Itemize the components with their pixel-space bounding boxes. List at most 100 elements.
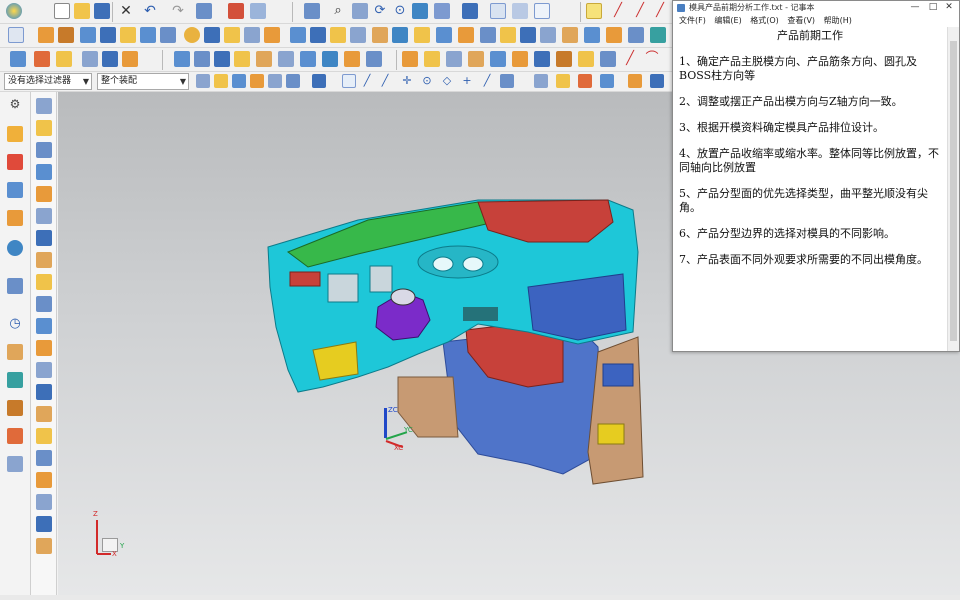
close-button[interactable]: ✕ [941, 1, 957, 14]
blend-icon[interactable] [290, 27, 306, 43]
filter-option-icon[interactable] [196, 74, 210, 88]
subinsert-icon[interactable] [468, 51, 484, 67]
mold-tool-8-icon[interactable] [36, 252, 52, 268]
settings-icon[interactable]: ⚙ [7, 96, 23, 112]
revolve-icon[interactable] [58, 27, 74, 43]
layer-icon[interactable] [196, 3, 212, 19]
sketch-plane-icon[interactable] [8, 27, 24, 43]
mold-tool-5-icon[interactable] [36, 186, 52, 202]
chamfer-icon[interactable] [310, 27, 326, 43]
sphere-icon[interactable] [184, 27, 200, 43]
type-filter-select[interactable]: 没有选择过滤器 ▼ [4, 73, 92, 90]
mold-tool-9-icon[interactable] [36, 274, 52, 290]
part-navigator-icon[interactable] [534, 3, 550, 19]
snap-on-curve-icon[interactable]: ╱ [480, 74, 494, 88]
region-analysis-icon[interactable] [194, 51, 210, 67]
patch-icon[interactable] [540, 27, 556, 43]
perspective-icon[interactable] [412, 3, 428, 19]
mold-tool-18-icon[interactable] [36, 472, 52, 488]
shell-icon[interactable] [330, 27, 346, 43]
system-scenes-icon[interactable] [7, 456, 23, 472]
core-cavity-icon[interactable] [300, 51, 316, 67]
parting-tools-icon[interactable] [174, 51, 190, 67]
draft-icon[interactable] [350, 27, 366, 43]
mold-base-icon[interactable] [366, 51, 382, 67]
selection-arrow-icon[interactable] [586, 3, 602, 19]
snap-quadrant-icon[interactable]: ◇ [440, 74, 454, 88]
delete-icon[interactable]: ✕ [118, 3, 134, 19]
nx-start-icon[interactable] [6, 3, 22, 19]
mold-tool-19-icon[interactable] [36, 494, 52, 510]
clock-icon[interactable]: ◷ [7, 316, 23, 332]
zoom-icon[interactable]: ⌕ [330, 3, 346, 19]
mold-tool-1-icon[interactable] [36, 98, 52, 114]
window-icon[interactable] [250, 3, 266, 19]
part-navigator-tab-icon[interactable] [7, 182, 23, 198]
shrinkage-icon[interactable] [82, 51, 98, 67]
parting-surface-icon[interactable] [256, 51, 272, 67]
extrude-icon[interactable] [38, 27, 54, 43]
hole-icon[interactable] [80, 27, 96, 43]
menu-format[interactable]: 格式(O) [750, 14, 779, 27]
mold-tool-13-icon[interactable] [36, 362, 52, 378]
move-face-icon[interactable] [584, 27, 600, 43]
open-folder-icon[interactable] [74, 3, 90, 19]
select-edge-icon[interactable] [250, 74, 264, 88]
mold-tool-15-icon[interactable] [36, 406, 52, 422]
menu-file[interactable]: 文件(F) [679, 14, 706, 27]
orient-view-icon[interactable]: ⊙ [392, 3, 408, 19]
thicken-icon[interactable] [436, 27, 452, 43]
curve-arc-icon[interactable]: ⌒ [644, 51, 660, 67]
notepad-text-area[interactable]: 产品前期工作 1、确定产品主脱模方向、产品筋条方向、圆孔及BOSS柱方向等 2、… [679, 29, 941, 349]
fit-view-icon[interactable] [304, 3, 320, 19]
split-body-icon[interactable] [392, 27, 408, 43]
snap-midpoint-icon[interactable]: ╱ [360, 74, 374, 88]
reuse-library-icon[interactable] [7, 210, 23, 226]
shaded-view-icon[interactable] [462, 3, 478, 19]
mold-tool-21-icon[interactable] [36, 538, 52, 554]
workpiece-icon[interactable] [102, 51, 118, 67]
analysis-icon[interactable] [650, 27, 666, 43]
boss-icon[interactable] [100, 27, 116, 43]
select-point-icon[interactable] [286, 74, 300, 88]
define-cavity-icon[interactable] [278, 51, 294, 67]
offset-face-icon[interactable] [414, 27, 430, 43]
runner-icon[interactable] [512, 51, 528, 67]
mold-tool-11-icon[interactable] [36, 318, 52, 334]
mold-tool-16-icon[interactable] [36, 428, 52, 444]
menu-help[interactable]: 帮助(H) [824, 14, 852, 27]
replace-face-icon[interactable] [562, 27, 578, 43]
layout-icon[interactable] [122, 51, 138, 67]
save-icon[interactable] [94, 3, 110, 19]
pan-icon[interactable] [352, 3, 368, 19]
mold-tool-3-icon[interactable] [36, 142, 52, 158]
grid-icon[interactable] [628, 74, 642, 88]
wire-view-icon[interactable] [490, 3, 506, 19]
gate-icon[interactable] [490, 51, 506, 67]
assembly-navigator-icon[interactable] [7, 126, 23, 142]
measure-icon[interactable] [534, 74, 548, 88]
arc-icon[interactable]: ╱ [632, 3, 648, 19]
notepad-title-bar[interactable]: 模具产品前期分析工作.txt - 记事本 — □ ✕ [673, 1, 959, 14]
patch-surface-icon[interactable] [344, 51, 360, 67]
snap-intersect-icon[interactable]: ✛ [400, 74, 414, 88]
select-feature-icon[interactable] [312, 74, 326, 88]
mold-tool-14-icon[interactable] [36, 384, 52, 400]
unite-icon[interactable] [224, 27, 240, 43]
maximize-button[interactable]: □ [925, 1, 941, 14]
process-studio-icon[interactable] [7, 372, 23, 388]
redo-icon[interactable]: ↷ [170, 3, 186, 19]
select-body-icon[interactable] [232, 74, 246, 88]
snap-on-face-icon[interactable] [500, 74, 514, 88]
render-style-icon[interactable] [434, 3, 450, 19]
subtract-icon[interactable] [244, 27, 260, 43]
web-browser-icon[interactable] [7, 240, 23, 256]
constraint-navigator-icon[interactable] [7, 154, 23, 170]
cube-view-icon[interactable] [512, 3, 528, 19]
curve-line-icon[interactable]: ╱ [622, 51, 638, 67]
roles-icon[interactable] [7, 428, 23, 444]
mold-tool-4-icon[interactable] [36, 164, 52, 180]
manufacturing-wizard-icon[interactable] [7, 400, 23, 416]
mold-tool-12-icon[interactable] [36, 340, 52, 356]
pocket-icon[interactable] [120, 27, 136, 43]
